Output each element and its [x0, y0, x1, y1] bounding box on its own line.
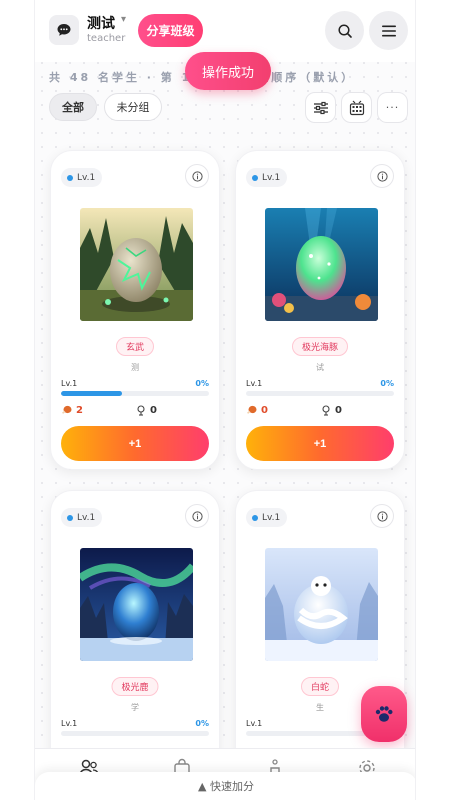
card-info-button[interactable] — [185, 164, 209, 188]
level-badge: Lv.1 — [246, 168, 288, 187]
level-text: Lv.1 — [262, 512, 281, 523]
student-count-text: 共 48 名学生 · 第 1/ — [49, 71, 200, 84]
progress-fill — [61, 391, 122, 396]
level-progress-row: Lv.1 0% — [61, 379, 209, 388]
student-name: 学 — [131, 703, 139, 712]
level-dot-icon — [67, 514, 73, 521]
food-count: 0 — [246, 405, 268, 416]
add-point-button[interactable]: +1 — [61, 426, 209, 461]
pet-name-tag: 极光鹿 — [111, 677, 159, 696]
food-value: 2 — [76, 405, 83, 416]
chevron-down-icon[interactable]: ▾ — [121, 14, 126, 25]
more-dots-icon: ··· — [385, 101, 400, 114]
paw-icon — [375, 706, 393, 722]
student-card[interactable]: Lv.1 极光海豚 试 Lv.1 0% 0 0 +1 — [235, 150, 405, 470]
class-subtitle: teacher — [87, 33, 126, 44]
more-options-button[interactable]: ··· — [377, 92, 408, 123]
filter-settings-button[interactable] — [305, 92, 336, 123]
level-progress-bar — [61, 731, 209, 736]
level-progress-row: Lv.1 0% — [61, 719, 209, 728]
level-text: Lv.1 — [262, 172, 281, 183]
info-circle-icon — [191, 170, 203, 182]
pet-name-tag: 白蛇 — [300, 677, 340, 696]
level-badge: Lv.1 — [61, 168, 103, 187]
level-badge: Lv.1 — [61, 508, 103, 527]
pet-action-fab[interactable] — [361, 686, 407, 742]
grid-view-button[interactable] — [341, 92, 372, 123]
trophy-icon — [137, 405, 145, 416]
trophy-icon — [322, 405, 330, 416]
level-text: Lv.1 — [77, 172, 96, 183]
pet-egg-image — [265, 208, 378, 321]
pet-name-tag: 玄武 — [115, 337, 155, 356]
filter-all-chip[interactable]: 全部 — [49, 93, 97, 121]
menu-button[interactable] — [369, 11, 408, 50]
grid-layout-icon — [349, 100, 364, 115]
pet-egg-image — [80, 208, 193, 321]
level-dot-icon — [252, 174, 258, 181]
success-toast: 操作成功 — [185, 52, 271, 90]
search-icon — [337, 23, 352, 38]
progress-percent: 0% — [380, 379, 394, 388]
pet-egg-image — [80, 548, 193, 661]
class-name[interactable]: 测试 — [87, 13, 115, 33]
level-text: Lv.1 — [77, 512, 96, 523]
trophy-value: 0 — [150, 405, 157, 416]
pet-egg-image — [265, 548, 378, 661]
app-screen: 测试 ▾ teacher 分享班级 共 48 名学生 · 第 1/座位顺序（默认… — [34, 0, 416, 800]
student-name: 试 — [316, 363, 324, 372]
chat-bubble-icon[interactable] — [49, 15, 79, 45]
student-name: 测 — [131, 363, 139, 372]
progress-percent: 0% — [195, 719, 209, 728]
level-progress-row: Lv.1 0% — [246, 379, 394, 388]
info-circle-icon — [376, 170, 388, 182]
trophy-value: 0 — [335, 405, 342, 416]
filter-ungrouped-chip[interactable]: 未分组 — [104, 93, 162, 121]
trophy-count: 0 — [136, 405, 157, 416]
food-count: 2 — [61, 405, 83, 416]
level-label: Lv.1 — [246, 719, 263, 728]
trophy-count: 0 — [321, 405, 342, 416]
level-badge: Lv.1 — [246, 508, 288, 527]
hamburger-menu-icon — [381, 25, 396, 36]
info-circle-icon — [376, 510, 388, 522]
drumstick-icon — [62, 405, 72, 414]
level-progress-bar — [246, 391, 394, 396]
level-dot-icon — [252, 514, 258, 521]
progress-percent: 0% — [195, 379, 209, 388]
level-label: Lv.1 — [246, 379, 263, 388]
level-label: Lv.1 — [61, 379, 78, 388]
food-value: 0 — [261, 405, 268, 416]
card-info-button[interactable] — [370, 164, 394, 188]
card-info-button[interactable] — [185, 504, 209, 528]
info-circle-icon — [191, 510, 203, 522]
level-progress-bar — [61, 391, 209, 396]
student-card[interactable]: Lv.1 玄武 测 Lv.1 0% 2 0 +1 — [50, 150, 220, 470]
sliders-icon — [313, 101, 328, 114]
add-point-button[interactable]: +1 — [246, 426, 394, 461]
search-button[interactable] — [325, 11, 364, 50]
level-dot-icon — [67, 174, 73, 181]
card-info-button[interactable] — [370, 504, 394, 528]
level-label: Lv.1 — [61, 719, 78, 728]
pet-name-tag: 极光海豚 — [291, 337, 349, 356]
quick-add-bar[interactable]: ▲ 快速加分 — [35, 772, 415, 800]
share-class-button[interactable]: 分享班级 — [138, 14, 203, 47]
drumstick-icon — [247, 405, 257, 414]
